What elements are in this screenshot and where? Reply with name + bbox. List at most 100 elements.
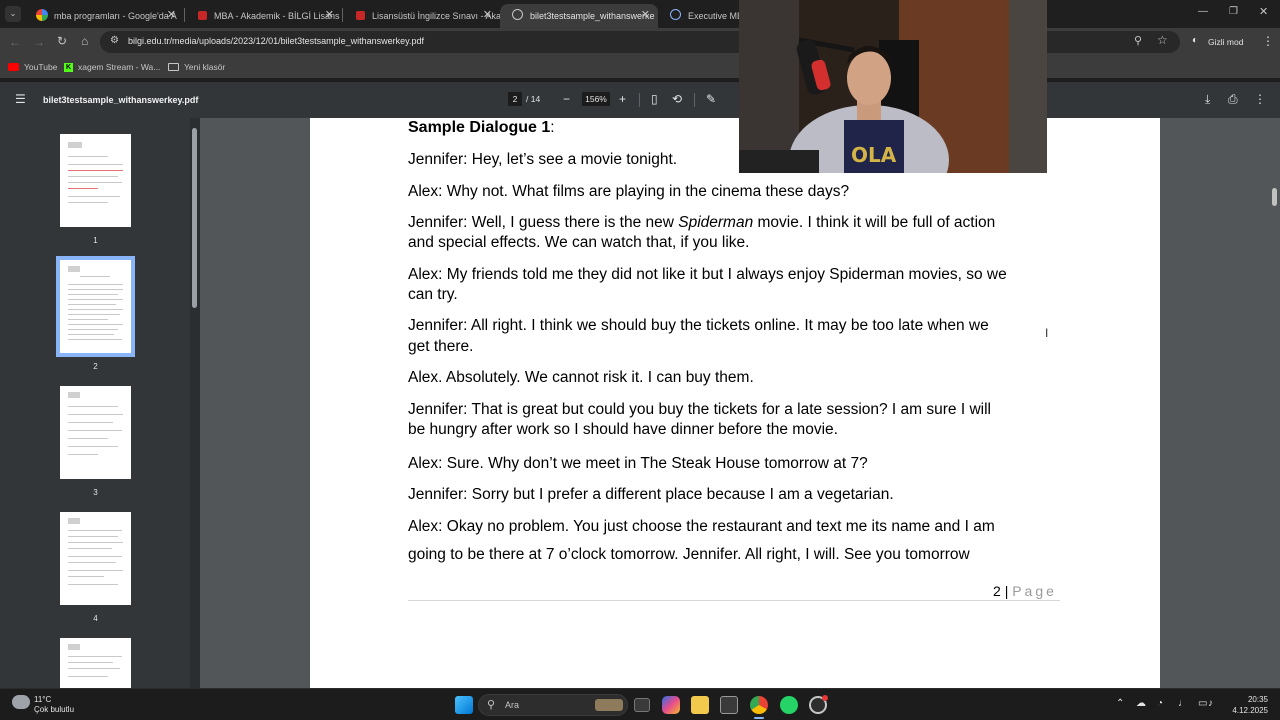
- heading-text: Sample Dialogue 1: [408, 119, 551, 136]
- download-icon[interactable]: ⤓: [1205, 92, 1210, 107]
- task-view-icon[interactable]: [634, 698, 650, 712]
- windows-start-icon[interactable]: [455, 696, 473, 714]
- thumbnail-page-3[interactable]: [60, 386, 131, 479]
- tray-app-icon[interactable]: ◔: [1157, 698, 1163, 709]
- thumbnail-page-1[interactable]: [60, 134, 131, 227]
- minimize-icon[interactable]: —: [1198, 6, 1208, 17]
- weather-icon[interactable]: [12, 695, 30, 709]
- reload-icon[interactable]: ↻: [57, 34, 67, 48]
- fit-page-icon[interactable]: ▯: [651, 92, 658, 106]
- whatsapp-icon[interactable]: [780, 696, 798, 714]
- dialogue-line: can try.: [408, 286, 458, 303]
- xagem-icon: K: [64, 62, 73, 72]
- bookmark-xagem[interactable]: K xagem Stream - Wa...: [64, 62, 160, 72]
- dialogue-line: Alex: Sure. Why don’t we meet in The Ste…: [408, 455, 868, 472]
- tab-lisansustu[interactable]: Lisansüstü İngilizce Sınavı - Aka ✕: [342, 4, 500, 28]
- pdf-toolbar: ☰ bilet3testsample_withanswerkey.pdf 2 /…: [0, 82, 1280, 118]
- tab-pdf-active[interactable]: bilet3testsample_withanswerke ✕: [500, 4, 658, 28]
- menu-kebab-icon[interactable]: ⋮: [1262, 34, 1274, 48]
- zoom-in-icon[interactable]: +: [619, 92, 626, 106]
- copilot-icon[interactable]: [662, 696, 680, 714]
- close-icon[interactable]: ✕: [325, 8, 334, 21]
- zoom-out-icon[interactable]: −: [563, 92, 570, 106]
- file-explorer-icon[interactable]: [691, 696, 709, 714]
- url-text: bilgi.edu.tr/media/uploads/2023/12/01/bi…: [128, 36, 425, 46]
- taskbar-search[interactable]: ⚲ Ara: [478, 694, 628, 716]
- dialogue-line: and special effects. We can watch that, …: [408, 234, 750, 251]
- incognito-label[interactable]: Gizli mod: [1208, 37, 1243, 47]
- microphone-icon[interactable]: ♩: [1178, 698, 1188, 709]
- page-footer: 2 | Page: [993, 583, 1057, 599]
- globe-icon: [512, 9, 523, 20]
- sidebar-scroll-thumb[interactable]: [192, 128, 197, 308]
- pdf-page: Sample Dialogue 1: Jennifer: Hey, let’s …: [310, 118, 1160, 688]
- chrome-icon[interactable]: [750, 696, 768, 714]
- tab-google-search[interactable]: mba programları - Google'da A ✕: [24, 4, 184, 28]
- windows-taskbar: 11°C Çok bulutlu ⚲ Ara ⌃ ☁ ◔ ♩ ▭ ♪ 20:35…: [0, 688, 1280, 720]
- close-icon[interactable]: ✕: [167, 8, 176, 21]
- line-text: movie. I think it will be full of action: [753, 214, 996, 231]
- tab-executive-mba[interactable]: Executive MBA |: [658, 4, 740, 28]
- thumbnail-page-2[interactable]: [56, 256, 135, 357]
- bookmark-star-icon[interactable]: ☆: [1157, 33, 1168, 47]
- print-icon[interactable]: ⎙: [1228, 92, 1238, 107]
- zoom-input[interactable]: 156%: [582, 92, 610, 106]
- bookmark-folder[interactable]: Yeni klasör: [168, 62, 225, 72]
- dialogue-line: going to be there at 7 o’clock tomorrow.…: [408, 546, 970, 563]
- network-icon[interactable]: ▭: [1198, 698, 1207, 709]
- more-options-icon[interactable]: ⋮: [1254, 92, 1266, 106]
- tab-mba-akademik[interactable]: MBA - Akademik - BİLGİ Lisans ✕: [184, 4, 342, 28]
- tray-overflow-icon[interactable]: ⌃: [1116, 698, 1124, 709]
- page-number-input[interactable]: 2: [508, 92, 522, 106]
- home-icon[interactable]: ⌂: [81, 34, 88, 48]
- dialogue-line: Alex. Absolutely. We cannot risk it. I c…: [408, 369, 754, 386]
- youtube-icon: [8, 63, 19, 71]
- annotate-icon[interactable]: ✎: [706, 92, 716, 106]
- bookmark-youtube[interactable]: YouTube: [8, 62, 57, 72]
- tab-title: Executive MBA |: [688, 11, 740, 21]
- footer-page-number: 2: [993, 583, 1001, 599]
- onedrive-icon[interactable]: ☁: [1136, 698, 1146, 709]
- page-total: / 14: [526, 94, 541, 104]
- forward-arrow-icon[interactable]: →: [33, 35, 45, 49]
- tab-search-button[interactable]: ⌄: [5, 6, 21, 22]
- store-icon[interactable]: [720, 696, 738, 714]
- weather-temperature[interactable]: 11°C: [34, 695, 51, 704]
- restore-icon[interactable]: ❐: [1229, 6, 1238, 17]
- site-info-icon[interactable]: ⚙: [110, 35, 119, 46]
- tab-title: bilet3testsample_withanswerke: [530, 11, 655, 21]
- zoom-lens-icon[interactable]: ⚲: [1134, 34, 1142, 47]
- volume-icon[interactable]: ♪: [1208, 698, 1213, 709]
- dialogue-line: Jennifer: Well, I guess there is the new…: [408, 213, 995, 233]
- search-placeholder: Ara: [505, 700, 520, 710]
- weather-description[interactable]: Çok bulutlu: [34, 705, 74, 714]
- incognito-icon: ◐: [1192, 35, 1199, 46]
- active-app-indicator: [754, 717, 764, 719]
- back-arrow-icon[interactable]: ←: [9, 35, 21, 49]
- webcam-image: OLA: [739, 0, 1047, 173]
- close-window-icon[interactable]: ✕: [1259, 5, 1268, 18]
- thumbnail-page-5[interactable]: [60, 638, 131, 688]
- line-text: Jennifer: Well, I guess there is the new: [408, 214, 679, 231]
- dialogue-heading: Sample Dialogue 1:: [408, 118, 555, 138]
- sidebar-menu-icon[interactable]: ☰: [15, 92, 26, 106]
- footer-rule: [408, 600, 1060, 601]
- thumbnail-number: 3: [93, 488, 98, 497]
- close-icon[interactable]: ✕: [641, 8, 650, 21]
- close-icon[interactable]: ✕: [483, 8, 492, 21]
- system-clock[interactable]: 20:35 4.12.2025: [1222, 694, 1268, 716]
- tab-title: Lisansüstü İngilizce Sınavı - Aka: [372, 11, 500, 21]
- viewer-scroll-thumb[interactable]: [1272, 188, 1277, 206]
- clock-date: 4.12.2025: [1232, 706, 1268, 715]
- globe-icon: [670, 9, 681, 20]
- italic-title: Spiderman: [678, 214, 754, 231]
- bookmark-label: xagem Stream - Wa...: [78, 62, 161, 72]
- footer-page-word: Page: [1012, 583, 1057, 599]
- tab-title: mba programları - Google'da A: [54, 11, 177, 21]
- rotate-icon[interactable]: ⟲: [672, 92, 682, 106]
- heading-colon: :: [550, 119, 555, 136]
- thumbnail-page-4[interactable]: [60, 512, 131, 605]
- dialogue-line: Jennifer: Sorry but I prefer a different…: [408, 486, 894, 503]
- webcam-overlay: OLA: [739, 0, 1047, 173]
- thumbnail-number: 1: [93, 236, 98, 245]
